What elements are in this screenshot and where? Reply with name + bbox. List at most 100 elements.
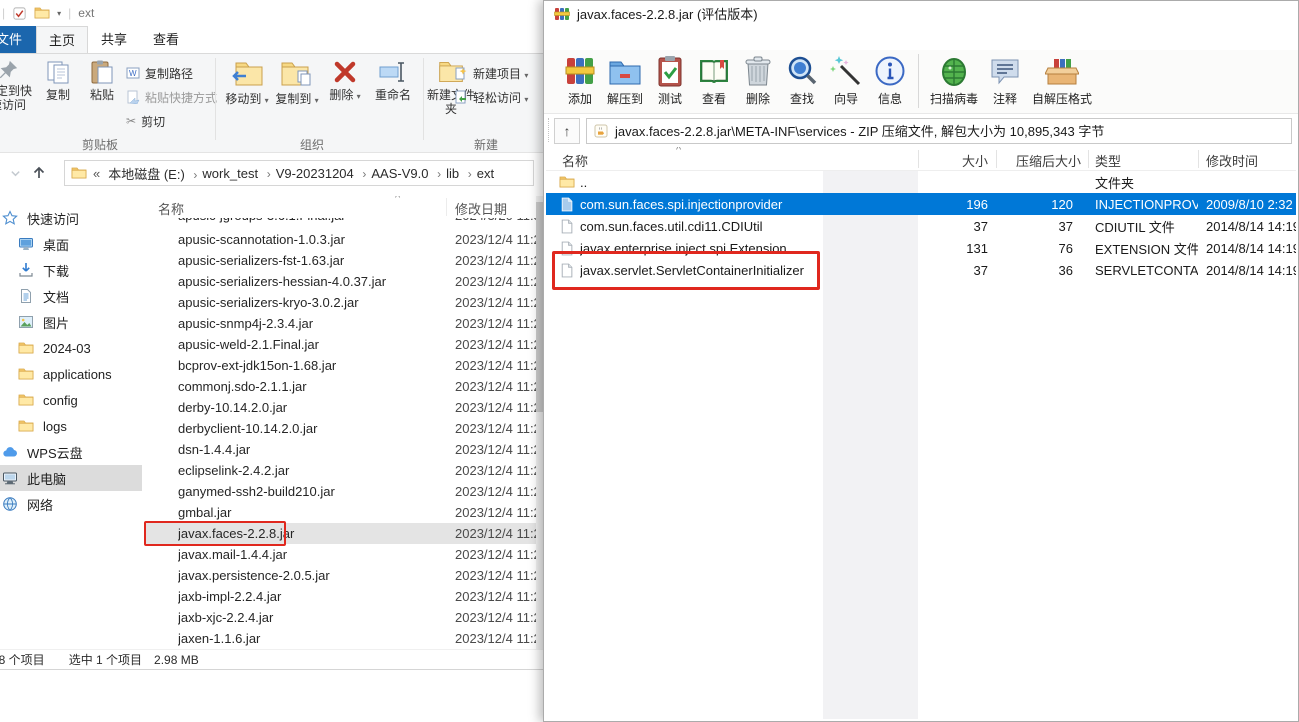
file-row[interactable]: apusic-scannotation-1.0.3.jar 2023/12/4 … — [145, 229, 563, 250]
file-row[interactable]: jaxen-1.1.6.jar 2023/12/4 11:24 — [145, 628, 563, 649]
explorer-window-title: ext — [78, 6, 95, 20]
toolbar-button[interactable]: 自解压格式 — [1027, 52, 1097, 109]
file-row[interactable]: javax.mail-1.4.4.jar 2023/12/4 11:24 — [145, 544, 563, 565]
sidebar-item[interactable]: 文档 — [0, 283, 142, 309]
sidebar-item[interactable]: 下载 — [0, 257, 142, 283]
file-row[interactable]: apusic-serializers-hessian-4.0.37.jar 20… — [145, 271, 563, 292]
toolbar-button[interactable]: 添加 — [558, 52, 602, 109]
column-header-name[interactable]: 名称 — [562, 151, 588, 170]
archive-row[interactable]: javax.servlet.ServletContainerInitialize… — [546, 259, 1296, 281]
sidebar-item[interactable]: 2024-03 — [0, 335, 142, 361]
archive-row[interactable]: .. 文件夹 — [546, 171, 1296, 193]
file-row[interactable]: ganymed-ssh2-build210.jar 2023/12/4 11:2… — [145, 481, 563, 502]
toolbar-button[interactable]: 查看 — [692, 52, 736, 109]
file-row[interactable]: apusic-snmp4j-2.3.4.jar 2023/12/4 11:24 — [145, 313, 563, 334]
new-item-button[interactable]: 新建项目 ▾ — [454, 63, 528, 83]
sidebar-item[interactable]: WPS云盘 — [0, 439, 142, 465]
paste-shortcut-button[interactable]: 粘贴快捷方式 — [126, 87, 217, 107]
fwd-arrow-icon[interactable] — [0, 165, 2, 181]
breadcrumb-segment[interactable]: AAS-V9.0 — [369, 166, 430, 181]
explorer-tab[interactable]: 文件 — [0, 26, 36, 53]
file-row[interactable]: apusic-serializers-fst-1.63.jar 2023/12/… — [145, 250, 563, 271]
menu-item[interactable] — [624, 27, 642, 49]
address-bar[interactable]: « 本地磁盘 (E:) › work_test › V9-20231204 › … — [64, 160, 534, 186]
file-row[interactable]: apusic-jgroups-3.6.1.Final.jar 2024/3/20… — [145, 218, 563, 229]
file-row[interactable]: eclipselink-2.4.2.jar 2023/12/4 11:24 — [145, 460, 563, 481]
file-row[interactable]: dsn-1.4.4.jar 2023/12/4 11:24 — [145, 439, 563, 460]
cut-button[interactable]: ✂ 剪切 — [126, 111, 165, 131]
column-header-type[interactable]: 类型 — [1095, 151, 1121, 170]
up-directory-button[interactable]: ↑ — [554, 117, 580, 144]
column-header-size[interactable]: 大小 — [918, 151, 988, 170]
file-row[interactable]: commonj.sdo-2.1.1.jar 2023/12/4 11:24 — [145, 376, 563, 397]
column-header-name[interactable]: 名称 — [158, 199, 184, 218]
toolbar-button[interactable]: 扫描病毒 — [925, 52, 983, 109]
download-icon — [18, 262, 34, 278]
breadcrumb-segment[interactable]: 本地磁盘 (E:) — [106, 167, 187, 182]
easy-access-button[interactable]: 轻松访问 ▾ — [454, 87, 528, 107]
file-row[interactable]: jaxb-xjc-2.2.4.jar 2023/12/4 11:24 — [145, 607, 563, 628]
toolbar-button[interactable]: 注释 — [983, 52, 1027, 109]
breadcrumb-segment[interactable]: work_test — [200, 166, 260, 181]
file-row[interactable]: javax.persistence-2.0.5.jar 2023/12/4 11… — [145, 565, 563, 586]
toolbar-button[interactable]: 向导 — [824, 52, 868, 109]
toolbar-button[interactable]: 查找 — [780, 52, 824, 109]
chev-down-icon[interactable] — [10, 165, 22, 181]
breadcrumb-segment[interactable]: ext — [475, 166, 496, 181]
file-row[interactable]: javax.faces-2.2.8.jar 2023/12/4 11:24 — [145, 523, 563, 544]
sidebar-item[interactable]: config — [0, 387, 142, 413]
folder-icon[interactable] — [34, 5, 50, 21]
archive-row[interactable]: com.sun.faces.spi.injectionprovider 196 … — [546, 193, 1296, 215]
column-header-date[interactable]: 修改时间 — [1206, 151, 1258, 170]
up-arrow-icon[interactable] — [30, 165, 48, 181]
divider: | — [2, 6, 6, 20]
paste-button[interactable]: 粘贴 — [80, 59, 124, 133]
explorer-tab[interactable]: 主页 — [36, 26, 88, 53]
pin-to-quick-access-button[interactable]: 固定到快速访问 — [0, 59, 36, 133]
explorer-tab[interactable]: 查看 — [140, 26, 192, 53]
sidebar-item[interactable]: 快速访问 — [0, 205, 142, 231]
menu-item[interactable] — [552, 27, 570, 49]
toolbar-button[interactable]: 测试 — [648, 52, 692, 109]
rename-button[interactable]: 重命名 — [366, 59, 420, 133]
menu-item[interactable] — [606, 27, 624, 49]
sidebar-item[interactable]: 桌面 — [0, 231, 142, 257]
extract-icon — [608, 54, 642, 88]
sidebar-item[interactable]: 此电脑 — [0, 465, 142, 491]
menu-item[interactable] — [570, 27, 588, 49]
copy-to-button[interactable]: 复制到 ▾ — [274, 59, 320, 133]
move-to-button[interactable]: 移动到 ▾ — [224, 59, 270, 133]
breadcrumb-segment[interactable]: V9-20231204 — [274, 166, 356, 181]
file-row[interactable]: bcprov-ext-jdk15on-1.68.jar 2023/12/4 11… — [145, 355, 563, 376]
file-row[interactable]: jaxb-impl-2.2.4.jar 2023/12/4 11:24 — [145, 586, 563, 607]
archive-row[interactable]: javax.enterprise.inject.spi.Extension 13… — [546, 237, 1296, 259]
file-row[interactable]: derby-10.14.2.0.jar 2023/12/4 11:24 — [145, 397, 563, 418]
sidebar-item[interactable]: applications — [0, 361, 142, 387]
menu-item[interactable] — [588, 27, 606, 49]
copy-button[interactable]: 复制 — [36, 59, 80, 133]
file-row[interactable]: apusic-weld-2.1.Final.jar 2023/12/4 11:2… — [145, 334, 563, 355]
sidebar-item[interactable]: 网络 — [0, 491, 142, 517]
file-row[interactable]: gmbal.jar 2023/12/4 11:24 — [145, 502, 563, 523]
qat-dropdown-icon[interactable]: ▾ — [57, 9, 61, 18]
button-label: 粘贴 — [89, 88, 114, 102]
explorer-tab[interactable]: 共享 — [88, 26, 140, 53]
qat-check-icon[interactable] — [12, 6, 27, 21]
copy-path-button[interactable]: W 复制路径 — [126, 63, 193, 83]
toolbar-button[interactable]: 信息 — [868, 52, 912, 109]
file-name: jaxb-impl-2.2.4.jar — [178, 589, 282, 604]
file-row[interactable]: apusic-serializers-kryo-3.0.2.jar 2023/1… — [145, 292, 563, 313]
entry-size: 131 — [966, 240, 988, 256]
breadcrumb-segment[interactable]: lib — [444, 166, 461, 181]
archive-row[interactable]: com.sun.faces.util.cdi11.CDIUtil 37 37 C… — [546, 215, 1296, 237]
column-header-date[interactable]: 修改日期 — [455, 199, 507, 218]
column-header-packed[interactable]: 压缩后大小 — [996, 151, 1081, 170]
menu-item[interactable] — [642, 27, 660, 49]
delete-button[interactable]: 删除 ▾ — [324, 59, 366, 133]
archive-path-combobox[interactable]: javax.faces-2.2.8.jar\META-INF\services … — [586, 117, 1292, 144]
sidebar-item[interactable]: 图片 — [0, 309, 142, 335]
toolbar-button[interactable]: 解压到 — [602, 52, 648, 109]
toolbar-button[interactable]: 删除 — [736, 52, 780, 109]
file-row[interactable]: derbyclient-10.14.2.0.jar 2023/12/4 11:2… — [145, 418, 563, 439]
sidebar-item[interactable]: logs — [0, 413, 142, 439]
